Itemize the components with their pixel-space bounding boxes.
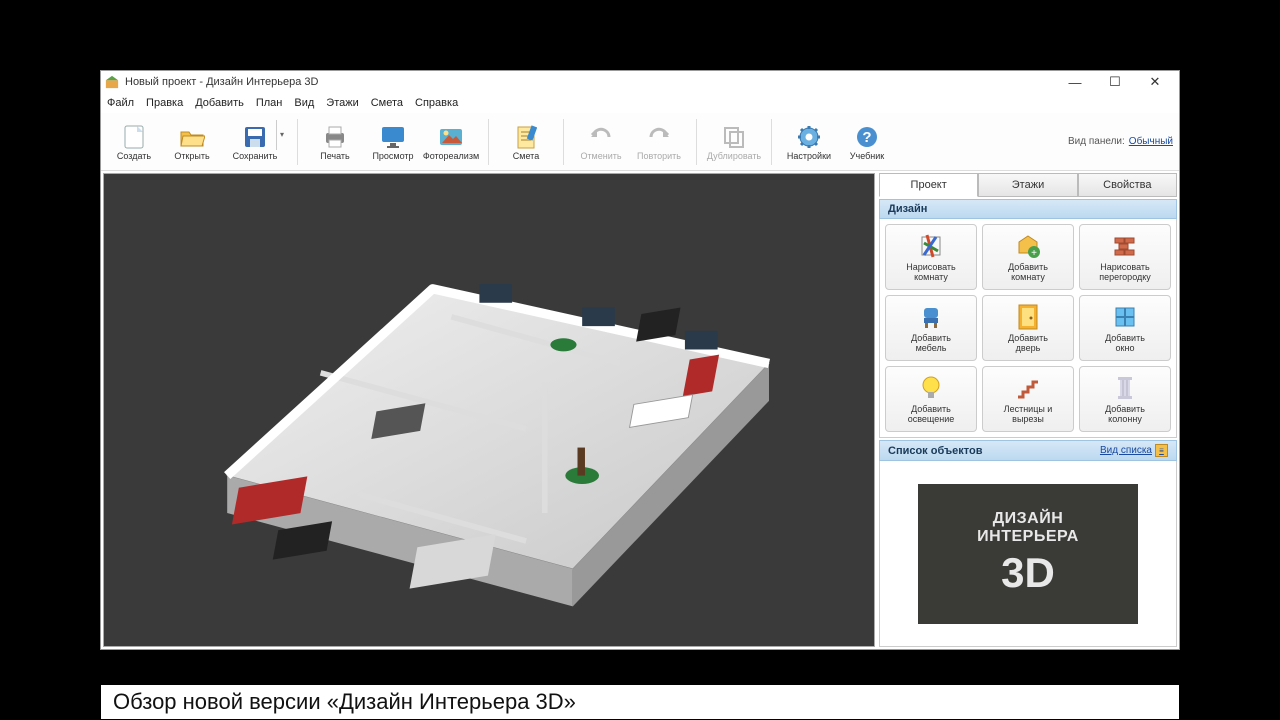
add-door-button[interactable]: Добавить дверь <box>982 295 1074 361</box>
door-icon <box>1017 302 1039 332</box>
add-window-button[interactable]: Добавить окно <box>1079 295 1171 361</box>
column-icon <box>1115 373 1135 403</box>
help-icon: ? <box>855 123 879 151</box>
add-furniture-button[interactable]: Добавить мебель <box>885 295 977 361</box>
menu-edit[interactable]: Правка <box>146 97 183 109</box>
duplicate-icon <box>722 123 746 151</box>
new-file-icon <box>123 123 145 151</box>
object-list[interactable]: ДИЗАЙН ИНТЕРЬЕРА 3D <box>879 461 1177 647</box>
main-area: Проект Этажи Свойства Дизайн Нарисовать … <box>101 171 1179 649</box>
create-button[interactable]: Создать <box>107 117 161 167</box>
side-panel: Проект Этажи Свойства Дизайн Нарисовать … <box>879 173 1177 647</box>
toolbar: Создать Открыть Сохранить ▾ Печать <box>101 113 1179 171</box>
floorplan-render <box>104 174 874 646</box>
chevron-down-icon[interactable]: ▾ <box>276 120 284 150</box>
window-icon <box>1113 302 1137 332</box>
lightbulb-icon <box>920 373 942 403</box>
duplicate-button[interactable]: Дублировать <box>707 117 761 167</box>
minimize-button[interactable]: ― <box>1055 71 1095 93</box>
panel-mode-link[interactable]: Обычный <box>1129 136 1173 147</box>
menubar: Файл Правка Добавить План Вид Этажи Смет… <box>101 93 1179 113</box>
menu-file[interactable]: Файл <box>107 97 134 109</box>
preview-button[interactable]: Просмотр <box>366 117 420 167</box>
maximize-button[interactable]: ☐ <box>1095 71 1135 93</box>
print-button[interactable]: Печать <box>308 117 362 167</box>
photoreal-icon <box>438 123 464 151</box>
side-tabs: Проект Этажи Свойства <box>879 173 1177 197</box>
tutorial-button[interactable]: ? Учебник <box>840 117 894 167</box>
menu-estimate[interactable]: Смета <box>371 97 403 109</box>
menu-help[interactable]: Справка <box>415 97 458 109</box>
application-window: Новый проект - Дизайн Интерьера 3D ― ☐ ✕… <box>100 70 1180 650</box>
menu-plan[interactable]: План <box>256 97 283 109</box>
list-view-icon: ≡ <box>1155 444 1168 457</box>
stairs-button[interactable]: Лестницы и вырезы <box>982 366 1074 432</box>
draw-room-icon <box>918 231 944 261</box>
add-room-icon: + <box>1015 231 1041 261</box>
app-icon <box>105 75 119 89</box>
add-column-button[interactable]: Добавить колонну <box>1079 366 1171 432</box>
objects-section-header: Список объектов Вид списка ≡ <box>879 440 1177 461</box>
design-section-header: Дизайн <box>879 199 1177 219</box>
redo-button[interactable]: Повторить <box>632 117 686 167</box>
notepad-icon <box>515 123 537 151</box>
menu-floors[interactable]: Этажи <box>326 97 358 109</box>
save-button[interactable]: Сохранить ▾ <box>223 117 287 167</box>
svg-text:?: ? <box>862 129 871 146</box>
gear-icon <box>797 123 821 151</box>
video-caption: Обзор новой версии «Дизайн Интерьера 3D» <box>100 684 1180 720</box>
tab-properties[interactable]: Свойства <box>1078 173 1177 197</box>
menu-view[interactable]: Вид <box>294 97 314 109</box>
add-lighting-button[interactable]: Добавить освещение <box>885 366 977 432</box>
close-button[interactable]: ✕ <box>1135 71 1175 93</box>
printer-icon <box>322 123 348 151</box>
design-tools-grid: Нарисовать комнату + Добавить комнату На… <box>879 219 1177 438</box>
promo-badge: ДИЗАЙН ИНТЕРЬЕРА 3D <box>918 484 1138 624</box>
panel-mode-selector: Вид панели: Обычный <box>1068 136 1173 147</box>
open-button[interactable]: Открыть <box>165 117 219 167</box>
tab-project[interactable]: Проект <box>879 173 978 197</box>
folder-open-icon <box>179 123 205 151</box>
list-view-link[interactable]: Вид списка ≡ <box>1100 444 1168 457</box>
photoreal-button[interactable]: Фотореализм <box>424 117 478 167</box>
stairs-icon <box>1015 373 1041 403</box>
titlebar: Новый проект - Дизайн Интерьера 3D ― ☐ ✕ <box>101 71 1179 93</box>
add-room-button[interactable]: + Добавить комнату <box>982 224 1074 290</box>
undo-icon <box>589 123 613 151</box>
svg-text:+: + <box>1031 248 1037 259</box>
monitor-icon <box>380 123 406 151</box>
save-icon <box>243 123 267 151</box>
window-controls: ― ☐ ✕ <box>1055 71 1175 93</box>
menu-add[interactable]: Добавить <box>195 97 244 109</box>
chair-icon <box>918 302 944 332</box>
brick-wall-icon <box>1112 231 1138 261</box>
settings-button[interactable]: Настройки <box>782 117 836 167</box>
draw-room-button[interactable]: Нарисовать комнату <box>885 224 977 290</box>
tab-floors[interactable]: Этажи <box>978 173 1077 197</box>
window-title: Новый проект - Дизайн Интерьера 3D <box>125 76 1055 88</box>
viewport-3d[interactable] <box>103 173 875 647</box>
estimate-button[interactable]: Смета <box>499 117 553 167</box>
draw-partition-button[interactable]: Нарисовать перегородку <box>1079 224 1171 290</box>
redo-icon <box>647 123 671 151</box>
undo-button[interactable]: Отменить <box>574 117 628 167</box>
